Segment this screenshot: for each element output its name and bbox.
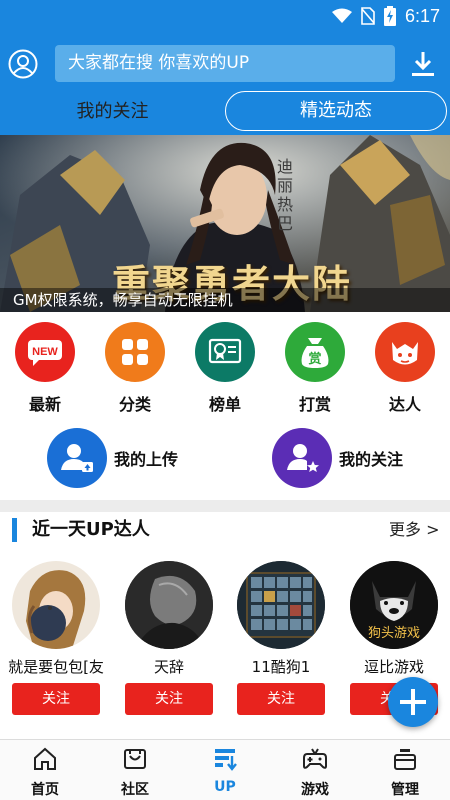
my-uploads-link[interactable]: 我的上传 [47,428,178,488]
battery-charging-icon [383,6,396,26]
new-badge-icon: NEW [28,340,62,366]
nav-home[interactable]: 首页 [0,746,90,798]
avatar-illustration: 狗头游戏 [350,561,438,649]
promo-banner[interactable]: 迪丽热巴 重聚勇者大陆 GM权限系统，畅享自动无限挂机 [0,135,450,312]
more-link[interactable]: 更多 > [389,518,440,542]
up-user-name: 就是要包包[友 [8,658,104,676]
svg-text:NEW: NEW [32,346,58,358]
gamepad-icon [303,748,327,769]
up-user-name: 逗比游戏 [363,658,424,676]
nav-label: 社区 [121,782,149,798]
category-label: 达人 [388,395,421,414]
avatar[interactable] [12,561,100,649]
follow-button[interactable]: 关注 [237,683,325,715]
user-upload-icon [61,444,93,472]
up-user-card: 就是要包包[友 关注 [3,561,109,715]
follow-button[interactable]: 关注 [12,683,100,715]
category-classify[interactable]: 分类 [90,322,180,417]
category-label: 打赏 [298,395,331,414]
up-icon [215,749,237,771]
my-follows-link[interactable]: 我的关注 [272,428,403,488]
nav-label: 管理 [391,782,419,798]
avatar[interactable] [237,561,325,649]
search-input[interactable]: 大家都在搜 你喜欢的UP [55,45,395,82]
nav-games[interactable]: 游戏 [270,746,360,798]
section-title: 近一天UP达人 [32,519,150,540]
svg-text:狗头游戏: 狗头游戏 [368,626,420,641]
up-user-name: 天辞 [153,658,184,676]
avatar-illustration [26,570,86,649]
nav-label: UP [214,779,236,795]
download-icon[interactable] [410,50,436,78]
plus-icon [400,689,426,715]
up-user-card: 天辞 关注 [116,561,222,715]
category-label: 最新 [28,395,61,414]
bottom-nav: 首页 社区 UP 游戏 管理 [0,739,450,800]
avatar[interactable]: 狗头游戏 [350,561,438,649]
manage-icon [394,749,416,770]
quick-link-label: 我的关注 [339,450,404,469]
section-divider [0,500,450,512]
status-bar: 6:17 [0,0,450,32]
wifi-icon [331,8,352,23]
avatar-illustration [237,561,325,649]
nav-manage[interactable]: 管理 [360,746,450,798]
category-experts[interactable]: 达人 [360,322,450,417]
avatar-illustration [125,561,213,649]
nav-community[interactable]: 社区 [90,746,180,798]
grid-icon [122,339,148,365]
section-accent-bar [12,518,17,542]
expert-face-icon [392,342,418,365]
category-reward[interactable]: 赏 打赏 [270,322,360,417]
nav-up[interactable]: UP [180,746,270,798]
nav-label: 游戏 [301,782,329,798]
reward-bag-icon: 赏 [301,338,329,368]
quick-link-label: 我的上传 [114,450,179,469]
category-label: 分类 [118,395,151,414]
svg-text:赏: 赏 [308,351,321,367]
community-icon [124,749,146,769]
header: 大家都在搜 你喜欢的UP 我的关注 精选动态 [0,32,450,135]
up-user-name: 11酷狗1 [251,658,311,676]
up-user-card: 11酷狗1 关注 [228,561,334,715]
category-label: 榜单 [208,395,241,414]
user-avatar-icon[interactable] [8,49,38,79]
no-sim-icon [361,7,375,25]
avatar[interactable] [125,561,213,649]
add-button[interactable] [388,677,438,727]
category-latest[interactable]: NEW 最新 [0,322,90,417]
certificate-icon [208,338,242,364]
category-ranking[interactable]: 榜单 [180,322,270,417]
user-star-icon [287,444,319,472]
clock: 6:17 [404,5,440,26]
follow-button[interactable]: 关注 [125,683,213,715]
tab-featured-feed[interactable]: 精选动态 [225,91,447,131]
banner-signature: 迪丽热巴 [277,157,294,233]
banner-caption: GM权限系统，畅享自动无限挂机 [0,288,450,312]
nav-label: 首页 [31,782,59,798]
home-icon [34,747,56,770]
tab-my-follow[interactable]: 我的关注 [0,92,225,132]
